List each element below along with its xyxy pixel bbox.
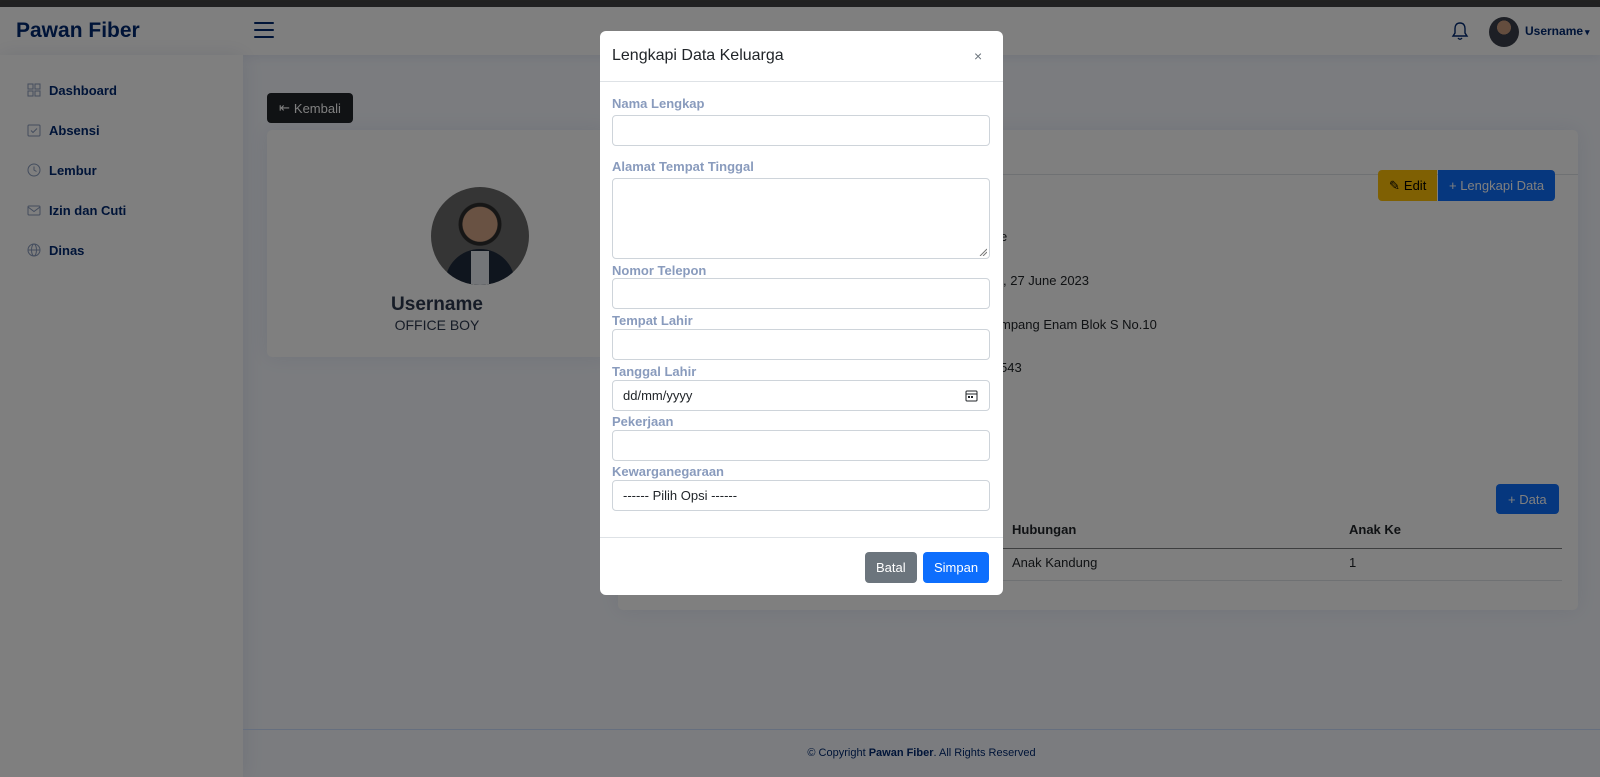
tempat-lahir-input[interactable]	[612, 329, 990, 360]
kewarganegaraan-select[interactable]: ------ Pilih Opsi ------	[612, 480, 990, 511]
pekerjaan-input[interactable]	[612, 430, 990, 461]
tanggal-lahir-label: Tanggal Lahir	[612, 364, 697, 379]
tempat-lahir-label: Tempat Lahir	[612, 313, 693, 328]
batal-button[interactable]: Batal	[865, 552, 917, 583]
pekerjaan-label: Pekerjaan	[612, 414, 674, 429]
kewarganegaraan-label: Kewarganegaraan	[612, 464, 724, 479]
modal-lengkapi-data-keluarga: Lengkapi Data Keluarga × Nama Lengkap Al…	[600, 31, 1003, 595]
calendar-icon[interactable]	[965, 389, 978, 402]
simpan-button[interactable]: Simpan	[923, 552, 990, 583]
modal-header-divider	[600, 81, 1003, 82]
close-icon[interactable]: ×	[974, 48, 982, 64]
nama-lengkap-input[interactable]	[612, 115, 990, 146]
modal-title: Lengkapi Data Keluarga	[612, 47, 784, 64]
kewarganegaraan-value: ------ Pilih Opsi ------	[623, 488, 738, 503]
tanggal-lahir-input[interactable]: dd/mm/yyyy	[612, 380, 990, 411]
nomor-telepon-label: Nomor Telepon	[612, 263, 707, 278]
resize-handle-icon[interactable]	[979, 248, 987, 256]
tanggal-lahir-value: dd/mm/yyyy	[623, 388, 693, 403]
nama-lengkap-label: Nama Lengkap	[612, 96, 705, 111]
modal-footer-divider	[600, 537, 1003, 538]
nomor-telepon-input[interactable]	[612, 278, 990, 309]
alamat-textarea[interactable]	[612, 178, 990, 259]
alamat-label: Alamat Tempat Tinggal	[612, 159, 754, 174]
